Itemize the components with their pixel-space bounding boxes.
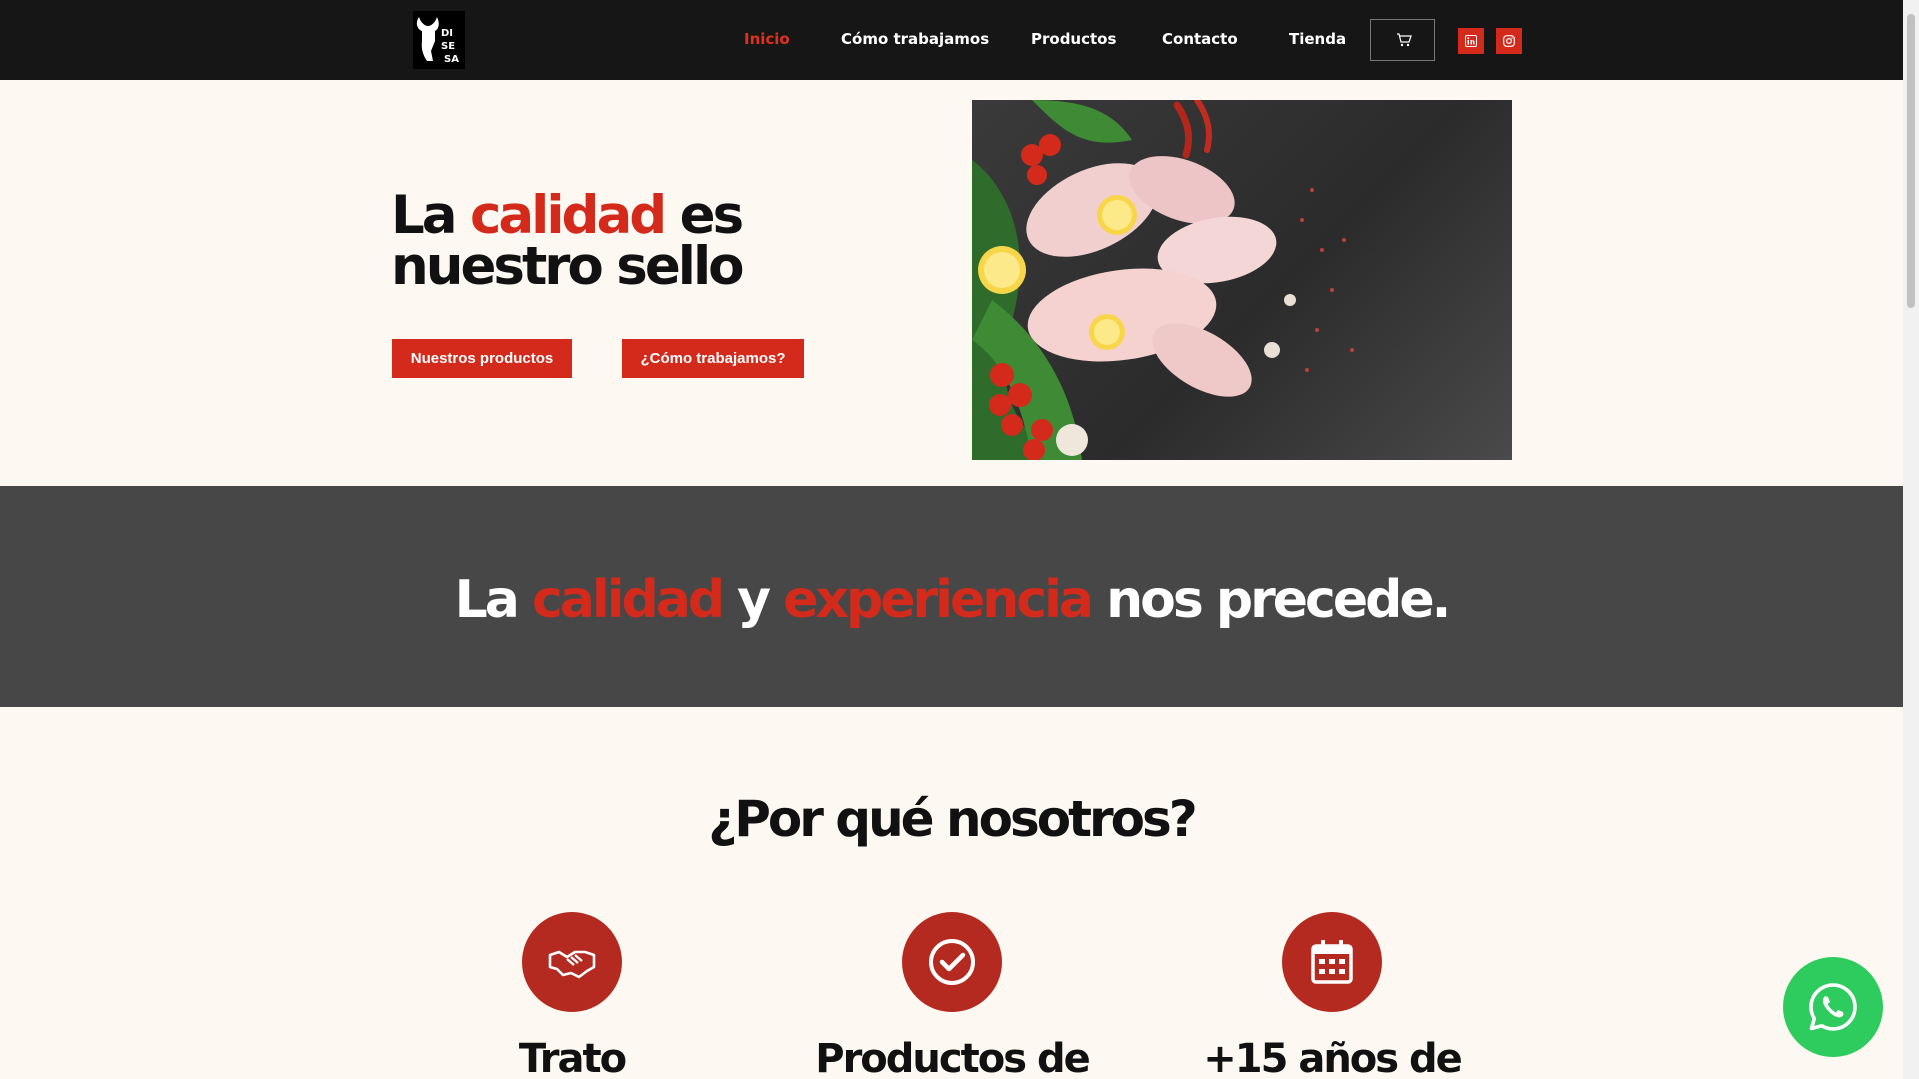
band-title: La calidad y experiencia nos precede. [0, 570, 1903, 630]
linkedin-button[interactable] [1458, 28, 1484, 54]
handshake-icon [548, 950, 596, 979]
logo-text-line-1: DI [441, 28, 454, 39]
feature-icon-circle-3 [1282, 912, 1382, 1012]
whatsapp-icon [1809, 983, 1857, 1031]
feature-title-2: Productos de [815, 1036, 1090, 1079]
feature-icon-circle-1 [522, 912, 622, 1012]
logo-text-line-3: SA [444, 54, 459, 65]
cart-icon [1397, 33, 1412, 47]
page-scrollbar[interactable] [1903, 0, 1919, 1079]
nav-productos[interactable]: Productos [1031, 30, 1116, 48]
bull-logo-icon [416, 17, 439, 61]
disesa-logo[interactable]: DI SE SA [413, 11, 465, 69]
linkedin-icon [1465, 35, 1477, 47]
como-trabajamos-button[interactable]: ¿Cómo trabajamos? [622, 339, 804, 378]
cart-button[interactable] [1370, 19, 1435, 61]
band-pre: La [454, 570, 532, 630]
nav-contacto[interactable]: Contacto [1162, 30, 1238, 48]
band-mid: y [722, 570, 784, 630]
nuestros-productos-button[interactable]: Nuestros productos [392, 339, 572, 378]
scrollbar-thumb[interactable] [1907, 14, 1915, 308]
nav-tienda[interactable]: Tienda [1289, 30, 1346, 48]
hero-chicken-image [972, 100, 1512, 460]
instagram-icon [1503, 35, 1515, 47]
why-us-title: ¿Por qué nosotros? [708, 790, 1198, 848]
check-circle-icon [929, 939, 975, 985]
nav-como-trabajamos[interactable]: Cómo trabajamos [841, 30, 989, 48]
feature-title-1: Trato [518, 1036, 627, 1079]
calendar-icon [1311, 940, 1353, 984]
band-accent-experiencia: experiencia [783, 570, 1094, 630]
logo-text-line-2: SE [441, 41, 456, 52]
site-header: DI SE SA Inicio Cómo trabajamos Producto… [0, 0, 1903, 80]
instagram-button[interactable] [1496, 28, 1522, 54]
nav-inicio[interactable]: Inicio [744, 30, 790, 48]
feature-icon-circle-2 [902, 912, 1002, 1012]
hero-title: La calidad es nuestro sello [391, 189, 951, 293]
band-accent-calidad: calidad [531, 570, 725, 630]
feature-title-3: +15 años de [1203, 1036, 1463, 1079]
band-post: nos precede. [1090, 570, 1451, 630]
whatsapp-button[interactable] [1783, 957, 1883, 1057]
raw-chicken-illustration [972, 100, 1354, 460]
